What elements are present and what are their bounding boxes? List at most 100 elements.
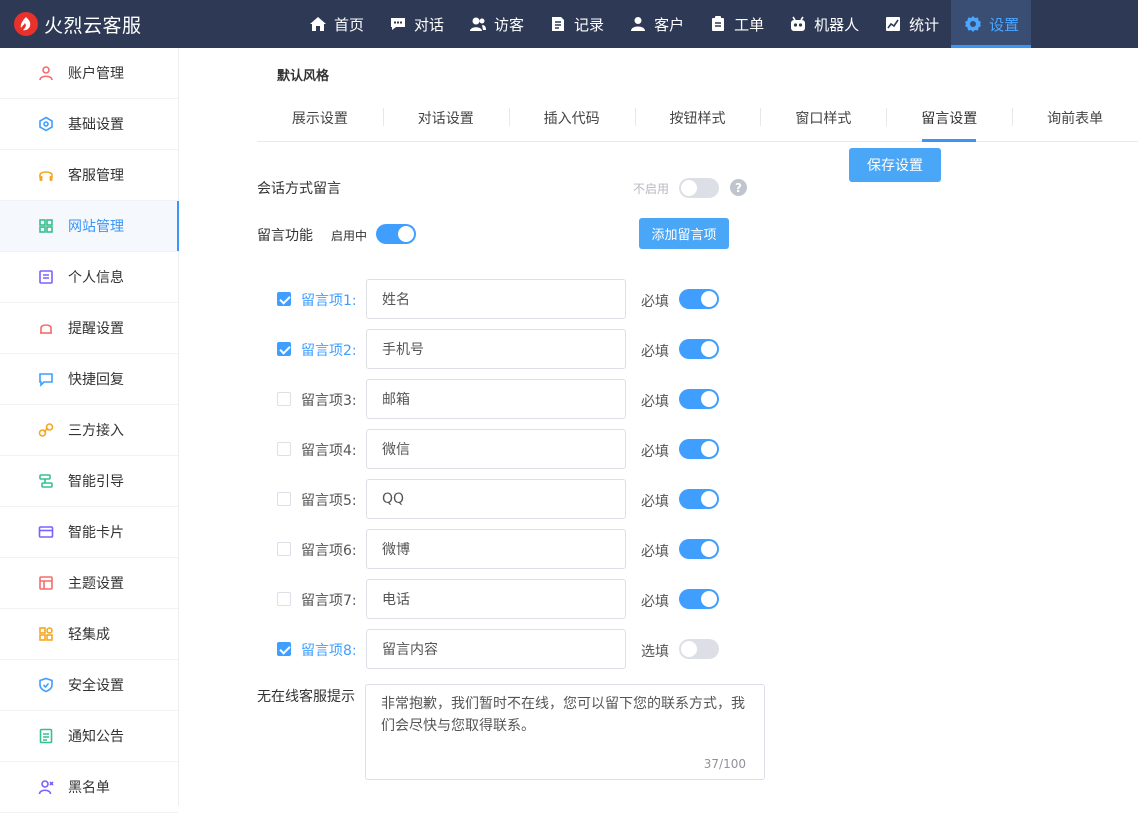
tab-5[interactable]: 窗口样式	[760, 94, 886, 141]
sidebar-item-label: 智能引导	[68, 474, 124, 490]
sidebar-item-1[interactable]: 账户管理	[0, 48, 178, 99]
sidebar-item-15[interactable]: 黑名单	[0, 762, 178, 813]
notice-icon	[37, 727, 55, 745]
field-checkbox[interactable]	[277, 442, 291, 456]
nav-item-4[interactable]: 记录	[536, 0, 616, 48]
offline-hint-textarea[interactable]: 非常抱歉，我们暂时不在线，您可以留下您的联系方式，我们会尽快与您取得联系。 37…	[365, 684, 765, 780]
integration-icon	[37, 625, 55, 643]
link-icon	[37, 421, 55, 439]
tab-6[interactable]: 留言设置	[886, 94, 1012, 142]
sidebar-item-6[interactable]: 提醒设置	[0, 303, 178, 354]
message-field-row: 留言项7: 电话 必填	[277, 579, 737, 619]
sidebar-item-14[interactable]: 通知公告	[0, 711, 178, 762]
robot-icon	[788, 14, 808, 34]
field-label: 留言项4:	[301, 443, 357, 459]
sidebar-item-label: 智能卡片	[68, 525, 124, 541]
section-title: 默认风格	[277, 69, 330, 84]
sidebar-item-9[interactable]: 智能引导	[0, 456, 178, 507]
sidebar-item-11[interactable]: 主题设置	[0, 558, 178, 609]
field-name-input[interactable]: 留言内容	[366, 629, 626, 669]
nav-item-6[interactable]: 工单	[696, 0, 776, 48]
chat-icon	[388, 14, 408, 34]
field-checkbox[interactable]	[277, 592, 291, 606]
field-name-input[interactable]: 邮箱	[366, 379, 626, 419]
sidebar-item-4[interactable]: 网站管理	[0, 201, 179, 252]
visitors-icon	[468, 14, 488, 34]
grid-icon	[37, 217, 55, 235]
nav-item-1[interactable]: 首页	[296, 0, 376, 48]
gear-icon	[963, 14, 983, 34]
sidebar-item-8[interactable]: 三方接入	[0, 405, 178, 456]
field-checkbox[interactable]	[277, 342, 291, 356]
required-toggle[interactable]	[679, 589, 719, 609]
sidebar-item-13[interactable]: 安全设置	[0, 660, 178, 711]
field-name-input[interactable]: QQ	[366, 479, 626, 519]
card-icon	[37, 523, 55, 541]
field-name-input[interactable]: 微博	[366, 529, 626, 569]
field-name-input[interactable]: 姓名	[366, 279, 626, 319]
stats-icon	[883, 14, 903, 34]
sidebar-item-10[interactable]: 智能卡片	[0, 507, 178, 558]
sidebar-item-12[interactable]: 轻集成	[0, 609, 178, 660]
required-toggle[interactable]	[679, 489, 719, 509]
save-settings-button[interactable]: 保存设置	[849, 148, 941, 182]
offline-hint-label: 无在线客服提示	[257, 689, 355, 705]
field-name-input[interactable]: 微信	[366, 429, 626, 469]
sidebar-item-7[interactable]: 快捷回复	[0, 354, 178, 405]
brand[interactable]: 火烈云客服	[0, 0, 290, 48]
main-content: 默认风格 展示设置 对话设置 插入代码 按钮样式 窗口样式 留言设置 询前表单 保存设置 会…	[179, 48, 1138, 806]
nav-item-label: 对话	[414, 15, 445, 34]
required-toggle[interactable]	[679, 339, 719, 359]
required-toggle[interactable]	[679, 539, 719, 559]
field-checkbox[interactable]	[277, 392, 291, 406]
profile-icon	[37, 268, 55, 286]
message-field-row: 留言项5: QQ 必填	[277, 479, 737, 519]
field-label: 留言项6:	[301, 543, 357, 559]
field-name-input[interactable]: 手机号	[366, 329, 626, 369]
add-message-item-button[interactable]: 添加留言项	[639, 218, 729, 249]
field-label: 留言项1:	[301, 293, 357, 309]
basic-settings-icon	[37, 115, 55, 133]
field-name-input[interactable]: 电话	[366, 579, 626, 619]
nav-item-2[interactable]: 对话	[376, 0, 456, 48]
nav-item-9[interactable]: 设置	[951, 0, 1032, 48]
nav-item-8[interactable]: 统计	[871, 0, 951, 48]
tab-2[interactable]: 对话设置	[382, 94, 509, 141]
required-toggle[interactable]	[679, 439, 719, 459]
field-checkbox[interactable]	[277, 292, 291, 306]
session-message-status: 不启用	[633, 182, 670, 196]
field-checkbox[interactable]	[277, 542, 291, 556]
sidebar-item-2[interactable]: 基础设置	[0, 99, 178, 150]
field-checkbox[interactable]	[277, 642, 291, 656]
field-label: 留言项7:	[301, 593, 357, 609]
field-checkbox[interactable]	[277, 492, 291, 506]
required-toggle[interactable]	[679, 289, 719, 309]
message-feature-toggle[interactable]	[376, 224, 416, 244]
brand-name: 火烈云客服	[44, 14, 142, 37]
message-field-row: 留言项6: 微博 必填	[277, 529, 737, 569]
required-label: 选填	[641, 644, 669, 660]
nav-item-label: 记录	[574, 15, 605, 34]
nav-item-5[interactable]: 客户	[616, 0, 696, 48]
sidebar-item-3[interactable]: 客服管理	[0, 150, 178, 201]
sidebar-item-5[interactable]: 个人信息	[0, 252, 178, 303]
tab-1[interactable]: 展示设置	[257, 94, 383, 141]
nav-item-label: 首页	[334, 15, 365, 34]
record-icon	[548, 14, 568, 34]
char-counter: 37/100	[703, 757, 746, 771]
sidebar-item-label: 安全设置	[68, 678, 124, 694]
nav-item-3[interactable]: 访客	[456, 0, 536, 48]
home-icon	[308, 14, 328, 34]
required-toggle[interactable]	[679, 639, 719, 659]
tab-3[interactable]: 插入代码	[508, 94, 635, 141]
session-message-toggle[interactable]	[679, 178, 719, 198]
required-toggle[interactable]	[679, 389, 719, 409]
nav-item-7[interactable]: 机器人	[776, 0, 871, 48]
ticket-icon	[708, 14, 728, 34]
tab-7[interactable]: 询前表单	[1012, 94, 1138, 141]
message-field-row: 留言项4: 微信 必填	[277, 429, 737, 469]
tab-4[interactable]: 按钮样式	[634, 94, 761, 141]
blacklist-icon	[37, 778, 55, 796]
help-icon[interactable]: ?	[730, 179, 747, 196]
sidebar-item-label: 提醒设置	[68, 321, 124, 337]
